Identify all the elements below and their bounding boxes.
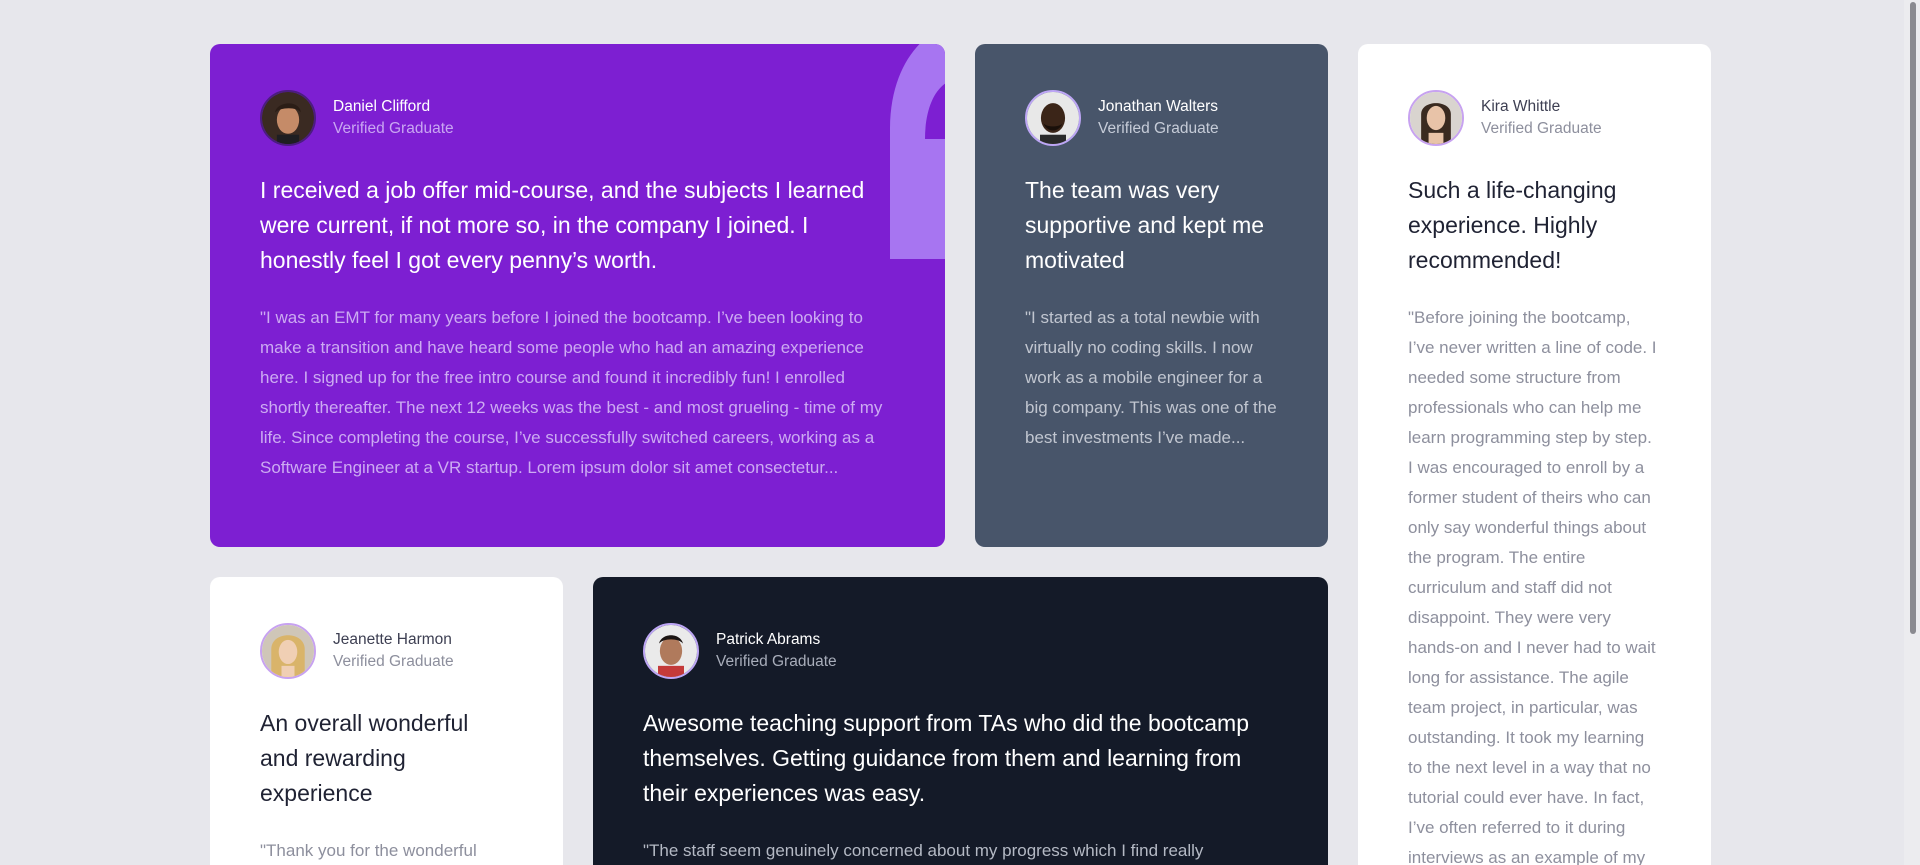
testimonial-body: "Thank you for the wonderful experience!…	[260, 841, 477, 860]
testimonial-card-patrick: Patrick Abrams Verified Graduate Awesome…	[593, 577, 1328, 865]
author-name: Daniel Clifford	[333, 98, 431, 116]
testimonial-header: Jeanette Harmon Verified Graduate	[260, 623, 513, 679]
vertical-scrollbar[interactable]	[1904, 0, 1920, 865]
author-name: Jonathan Walters	[1098, 98, 1219, 116]
author-name: Kira Whittle	[1481, 98, 1561, 116]
avatar	[260, 90, 316, 146]
author-name: Jeanette Harmon	[333, 631, 452, 649]
avatar-photo	[1027, 92, 1079, 144]
author-role: Verified Graduate	[1098, 120, 1219, 137]
testimonial-header: Patrick Abrams Verified Graduate	[643, 623, 1278, 679]
avatar-photo	[262, 625, 314, 677]
avatar	[1408, 90, 1464, 146]
avatar-photo	[645, 625, 697, 677]
testimonial-title: Awesome teaching support from TAs who di…	[643, 710, 1249, 806]
avatar	[260, 623, 316, 679]
author-role: Verified Graduate	[333, 653, 454, 670]
testimonial-body: "I started as a total newbie with virtua…	[1025, 308, 1277, 447]
testimonial-title: Such a life-changing experience. Highly …	[1408, 177, 1617, 273]
scrollbar-thumb[interactable]	[1910, 2, 1916, 634]
testimonial-title: The team was very supportive and kept me…	[1025, 177, 1265, 273]
author-role: Verified Graduate	[333, 120, 454, 137]
testimonial-card-jeanette: Jeanette Harmon Verified Graduate An ove…	[210, 577, 563, 865]
author-identity: Daniel Clifford Verified Graduate	[333, 96, 454, 139]
testimonial-title: I received a job offer mid-course, and t…	[260, 177, 865, 273]
author-identity: Jonathan Walters Verified Graduate	[1098, 96, 1219, 139]
testimonial-header: Kira Whittle Verified Graduate	[1408, 90, 1661, 146]
testimonial-body: "Before joining the bootcamp, I’ve never…	[1408, 308, 1657, 865]
author-identity: Patrick Abrams Verified Graduate	[716, 629, 837, 672]
testimonial-card-jonathan: Jonathan Walters Verified Graduate The t…	[975, 44, 1328, 547]
testimonial-body: "The staff seem genuinely concerned abou…	[643, 841, 1204, 860]
avatar-photo	[1410, 92, 1462, 144]
testimonial-header: Jonathan Walters Verified Graduate	[1025, 90, 1278, 146]
testimonial-body: "I was an EMT for many years before I jo…	[260, 308, 883, 477]
author-identity: Jeanette Harmon Verified Graduate	[333, 629, 454, 672]
avatar	[643, 623, 699, 679]
avatar	[1025, 90, 1081, 146]
author-identity: Kira Whittle Verified Graduate	[1481, 96, 1602, 139]
testimonial-header: Daniel Clifford Verified Graduate	[260, 90, 895, 146]
author-role: Verified Graduate	[1481, 120, 1602, 137]
testimonial-card-daniel: Daniel Clifford Verified Graduate I rece…	[210, 44, 945, 547]
author-name: Patrick Abrams	[716, 631, 821, 649]
author-role: Verified Graduate	[716, 653, 837, 670]
testimonial-title: An overall wonderful and rewarding exper…	[260, 710, 469, 806]
testimonial-card-kira: Kira Whittle Verified Graduate Such a li…	[1358, 44, 1711, 865]
avatar-photo	[262, 92, 314, 144]
